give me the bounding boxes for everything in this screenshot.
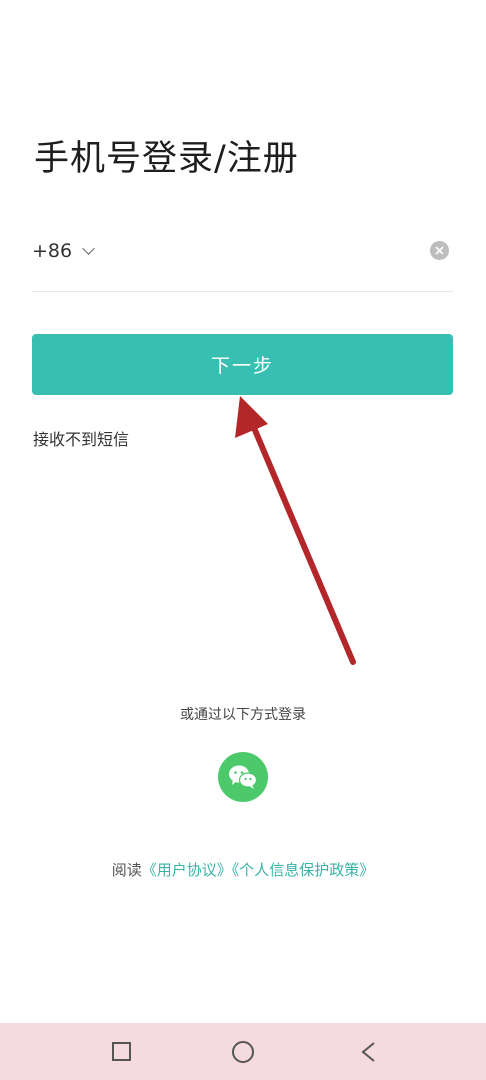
country-code-label: +86 [32, 240, 73, 262]
wechat-login-button[interactable] [218, 752, 268, 802]
close-icon [435, 246, 444, 255]
phone-input-row: +86 [32, 228, 453, 292]
recent-apps-button[interactable] [112, 1042, 131, 1061]
privacy-policy-link[interactable]: 《个人信息保护政策》 [232, 861, 375, 879]
agreement-text: 阅读《用户协议》《个人信息保护政策》 [0, 859, 486, 880]
no-sms-link[interactable]: 接收不到短信 [33, 426, 129, 450]
home-button[interactable] [232, 1041, 254, 1063]
clear-input-button[interactable] [430, 241, 449, 260]
page-title: 手机号登录/注册 [34, 139, 299, 179]
agreement-prefix: 阅读 [111, 861, 142, 879]
next-step-button[interactable]: 下一步 [32, 334, 453, 395]
system-nav-bar [0, 1023, 486, 1080]
annotation-arrow [235, 396, 356, 665]
alt-login-label: 或通过以下方式登录 [180, 707, 306, 723]
back-button[interactable] [360, 1041, 376, 1063]
user-agreement-link[interactable]: 《用户协议》 [142, 861, 232, 879]
country-code-selector[interactable]: +86 [32, 240, 95, 262]
wechat-icon [229, 765, 258, 789]
chevron-down-icon [82, 242, 95, 255]
phone-number-input[interactable] [112, 236, 412, 272]
